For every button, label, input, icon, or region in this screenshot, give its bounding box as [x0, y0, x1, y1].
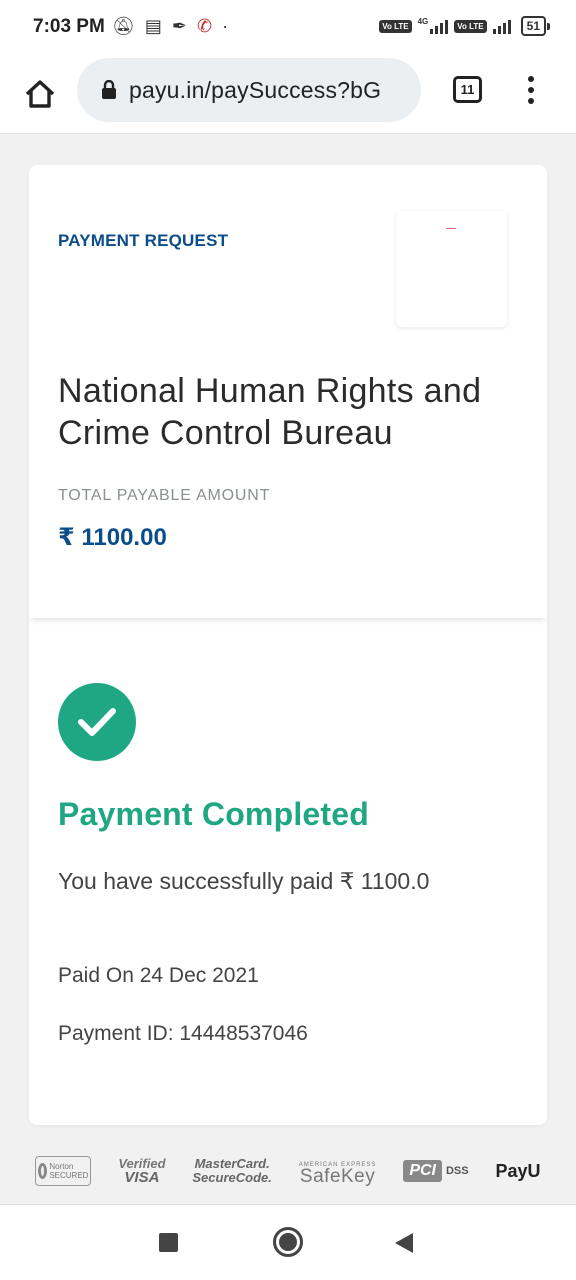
- muted-bell-icon: 🔕︎: [112, 16, 135, 36]
- missed-call-icon: ✆: [196, 16, 213, 36]
- success-check-icon: [58, 683, 136, 761]
- payment-card: PAYMENT REQUEST National Human Rights an…: [29, 165, 547, 1125]
- payment-status-title: Payment Completed: [58, 796, 370, 832]
- volte-icon: Vo LTE: [379, 19, 412, 33]
- volte-icon-2: Vo LTE: [454, 19, 487, 33]
- payu-logo: PayU: [495, 1160, 541, 1181]
- merchant-name: National Human Rights and Crime Control …: [58, 372, 482, 452]
- notification-icons: 🔕︎ ▤ ✒ ✆ ·: [112, 15, 228, 37]
- payment-request-label: PAYMENT REQUEST: [58, 231, 229, 250]
- trust-badges: Norton SECURED Verified VISA MasterCard.…: [0, 1150, 576, 1192]
- home-nav-button[interactable]: [273, 1227, 303, 1257]
- tab-switcher-button[interactable]: 11: [453, 76, 482, 103]
- norton-check-icon: [38, 1163, 48, 1179]
- status-right-icons: Vo LTE 4G Vo LTE 51: [379, 16, 551, 36]
- amex-safekey-badge: AMERICAN EXPRESS SafeKey: [298, 1162, 377, 1187]
- logo-mark: [446, 228, 456, 229]
- battery-icon: 51: [520, 16, 551, 36]
- url-text: payu.in/paySuccess?bG: [129, 76, 382, 103]
- dot-icon: [528, 76, 534, 82]
- dot-icon: [528, 98, 534, 104]
- more-menu-button[interactable]: [522, 74, 540, 106]
- app-icon: ✒: [171, 16, 187, 36]
- amount-label: TOTAL PAYABLE AMOUNT: [58, 487, 271, 504]
- home-circle-icon: [279, 1233, 297, 1251]
- merchant-logo: [396, 211, 507, 327]
- recent-apps-button[interactable]: [159, 1233, 178, 1252]
- address-bar[interactable]: payu.in/paySuccess?bG: [77, 58, 421, 122]
- verified-by-visa-badge: Verified VISA: [118, 1156, 166, 1186]
- mastercard-securecode-badge: MasterCard. SecureCode.: [192, 1156, 272, 1185]
- signal-icon-2: [492, 18, 511, 34]
- dot-icon: ·: [222, 16, 229, 36]
- pci-dss-badge: PCI DSS: [403, 1160, 469, 1182]
- home-icon: [25, 80, 55, 108]
- payment-message: You have successfully paid ₹ 1100.0: [58, 868, 430, 894]
- home-button[interactable]: [20, 74, 60, 114]
- payment-id: Payment ID: 14448537046: [58, 1022, 308, 1045]
- payment-request-section: PAYMENT REQUEST National Human Rights an…: [29, 165, 547, 618]
- network-gen-label: 4G: [417, 16, 429, 26]
- message-icon: ▤: [144, 16, 162, 36]
- status-bar: 7:03 PM 🔕︎ ▤ ✒ ✆ · Vo LTE 4G Vo LTE 51: [0, 0, 576, 56]
- lock-icon: [101, 79, 117, 101]
- amount-value: ₹ 1100.00: [58, 524, 167, 551]
- dot-icon: [528, 87, 534, 93]
- payment-status-section: Payment Completed You have successfully …: [29, 618, 547, 1125]
- back-button[interactable]: [395, 1233, 413, 1253]
- paid-on-date: Paid On 24 Dec 2021: [58, 964, 259, 987]
- signal-icon: [430, 18, 449, 34]
- norton-secured-badge: Norton SECURED: [35, 1156, 92, 1186]
- system-nav-bar: [0, 1204, 576, 1280]
- status-time: 7:03 PM: [33, 16, 105, 37]
- browser-toolbar: payu.in/paySuccess?bG 11: [0, 56, 576, 134]
